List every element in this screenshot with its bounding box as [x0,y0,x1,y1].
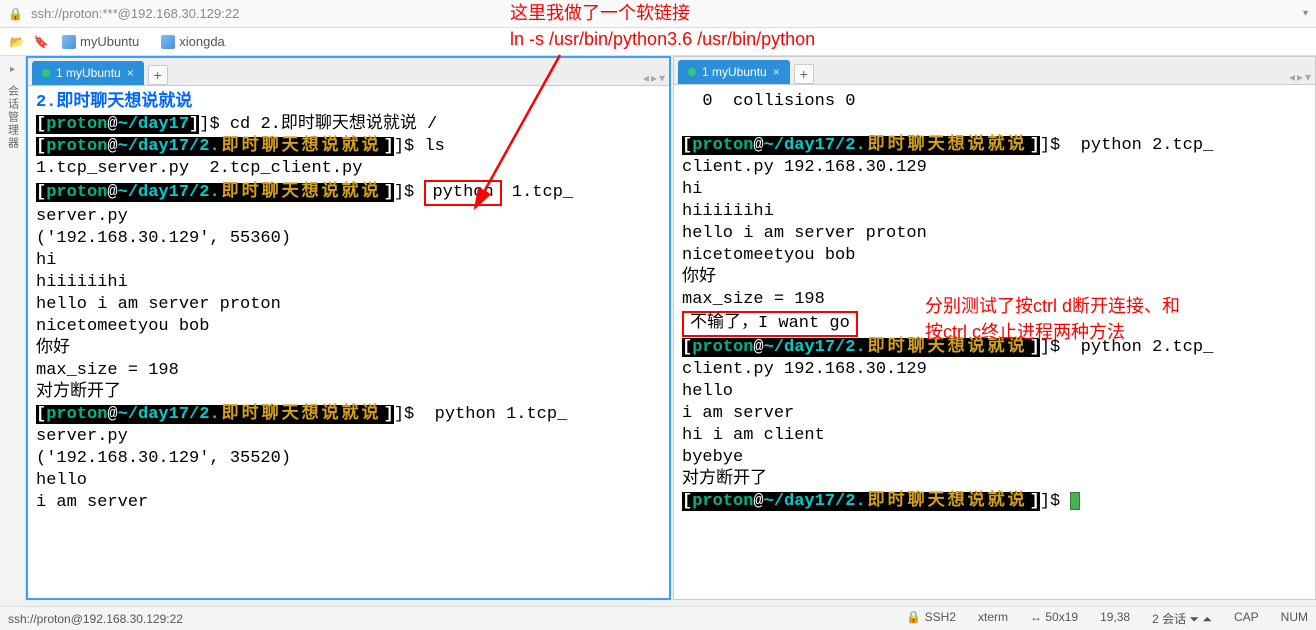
server-item-xiongda[interactable]: xiongda [155,32,231,51]
server-label: myUbuntu [80,34,139,49]
close-icon[interactable]: × [127,66,134,80]
expand-icon[interactable]: ▸ [10,64,15,75]
split-panes: 1 myUbuntu × + ◂ ▸ ▾ 2.即时聊天想说就说 [proton@… [26,56,1316,600]
cmd-cd: cd 2.即时聊天想说就说 / [230,115,437,134]
status-term: xterm [978,610,1008,627]
close-icon[interactable]: × [773,65,780,79]
tab-nav: ◂ ▸ ▾ [1289,70,1315,84]
lock-icon: 🔒 [8,7,23,21]
cmd-ls: ls [424,137,444,156]
right-tabs: 1 myUbuntu × + ◂ ▸ ▾ [674,57,1315,85]
server-icon [161,35,175,49]
menu-icon[interactable]: ▾ [659,71,665,85]
highlight-box-input: 不输了，I want go [682,311,858,337]
python-highlight-box: python [424,180,501,206]
file-list: 1.tcp_server.py 2.tcp_client.py [36,159,362,178]
server-label: xiongda [179,34,225,49]
status-dot-icon [688,68,696,76]
tab-label: 1 myUbuntu [56,66,121,80]
dir-header: 2.即时聊天想说就说 [36,93,192,112]
status-dot-icon [42,69,50,77]
left-pane: 1 myUbuntu × + ◂ ▸ ▾ 2.即时聊天想说就说 [proton@… [26,56,671,600]
dropdown-icon[interactable]: ▾ [1303,8,1308,19]
server-item-myubuntu[interactable]: myUbuntu [56,32,145,51]
status-size: ↔ 50x19 [1030,610,1078,627]
main-area: ▸ 会话管理器 1 myUbuntu × + ◂ ▸ ▾ 2.即时聊天想说就说 … [0,56,1316,600]
folder-icon[interactable]: 📂 [8,33,26,51]
sidebar: ▸ 会话管理器 [0,56,26,600]
tab-label: 1 myUbuntu [702,65,767,79]
addr1: ('192.168.30.129', 55360) [36,229,291,248]
status-ssh: 🔒 SSH2 [906,610,956,627]
status-num: NUM [1281,610,1308,627]
status-cap: CAP [1234,610,1259,627]
chevron-left-icon[interactable]: ◂ [1289,70,1295,84]
tab-nav: ◂ ▸ ▾ [643,71,669,85]
left-tabs: 1 myUbuntu × + ◂ ▸ ▾ [28,58,669,86]
cursor [1070,492,1080,510]
chevron-right-icon[interactable]: ▸ [1297,70,1303,84]
chevron-right-icon[interactable]: ▸ [651,71,657,85]
server-icon [62,35,76,49]
terminal-right[interactable]: 0 collisions 0 [proton@~/day17/2.即时聊天想说就… [674,85,1315,599]
add-tab-button[interactable]: + [148,65,168,85]
chevron-left-icon[interactable]: ◂ [643,71,649,85]
add-tab-button[interactable]: + [794,64,814,84]
status-bar: ssh://proton@192.168.30.129:22 🔒 SSH2 xt… [0,606,1316,630]
status-pos: 19,38 [1100,610,1130,627]
status-address: ssh://proton@192.168.30.129:22 [8,612,183,626]
tab-myubuntu-left[interactable]: 1 myUbuntu × [32,61,144,85]
menu-icon[interactable]: ▾ [1305,70,1311,84]
toolbar: 📂 🔖 myUbuntu xiongda [0,28,1316,56]
status-sessions: 2 会话 ⏷ ⏶ [1152,610,1212,627]
terminal-left[interactable]: 2.即时聊天想说就说 [proton@~/day17]]$ cd 2.即时聊天想… [28,86,669,598]
title-bar: 🔒 ssh://proton:***@192.168.30.129:22 [0,0,1316,28]
right-pane: 1 myUbuntu × + ◂ ▸ ▾ 0 collisions 0 [pro… [673,56,1316,600]
tab-myubuntu-right[interactable]: 1 myUbuntu × [678,60,790,84]
bookmark-icon[interactable]: 🔖 [32,33,50,51]
session-manager-tab[interactable]: 会话管理器 [5,85,21,150]
addr2: ('192.168.30.129', 35520) [36,449,291,468]
window-title: ssh://proton:***@192.168.30.129:22 [31,6,239,21]
